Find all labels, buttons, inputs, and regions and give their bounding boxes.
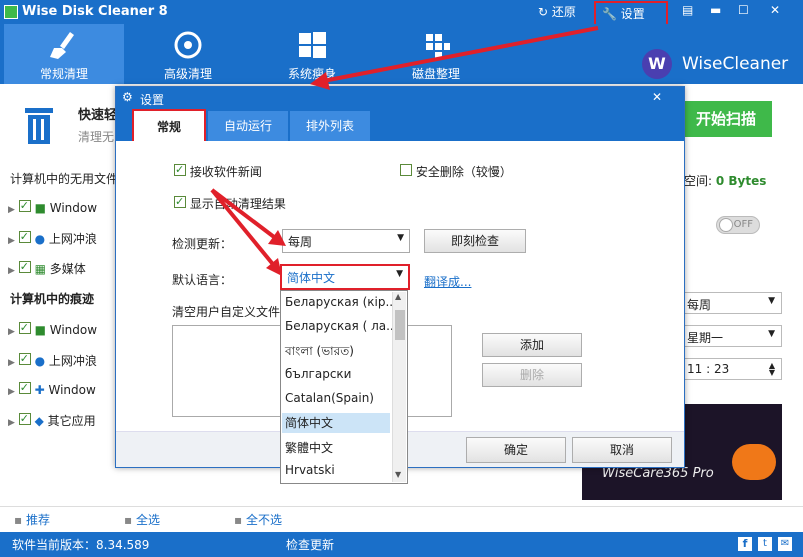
- annotation-arrows: [210, 26, 599, 276]
